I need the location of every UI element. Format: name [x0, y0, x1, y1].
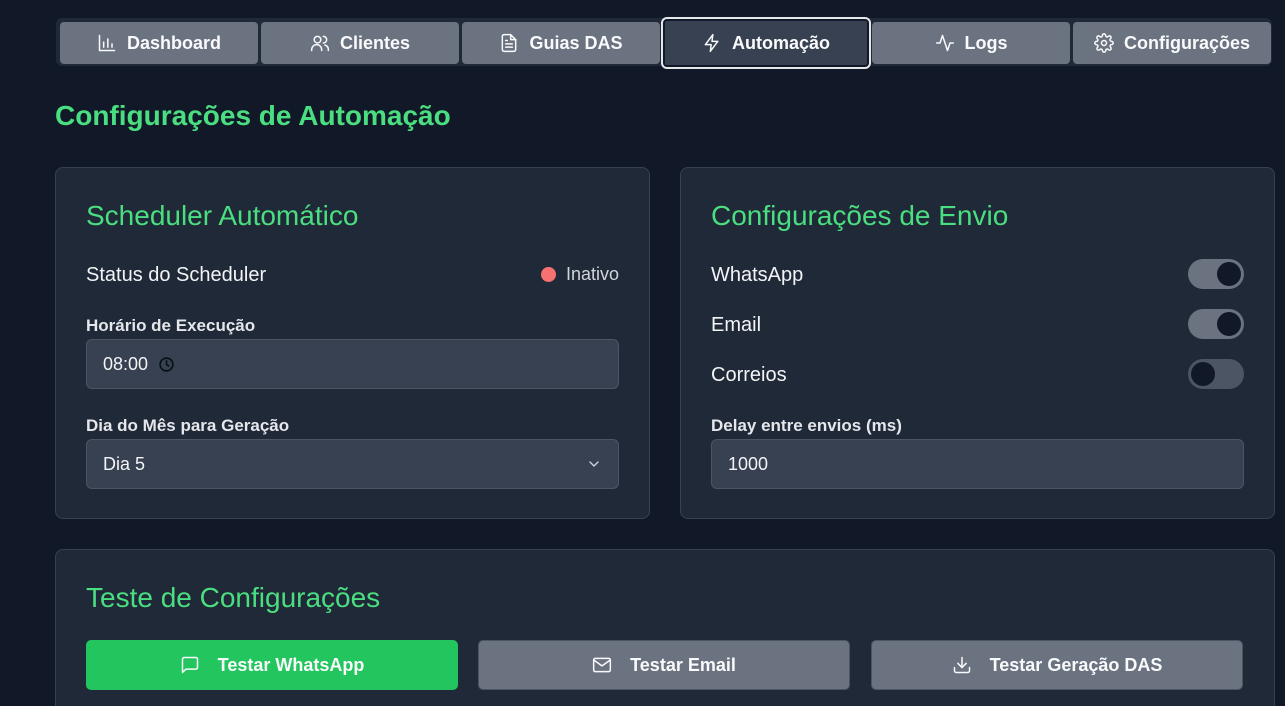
test-whatsapp-button[interactable]: Testar WhatsApp [86, 640, 458, 690]
time-value: 08:00 [103, 353, 149, 374]
users-icon [310, 35, 330, 52]
envio-title: Configurações de Envio [711, 200, 1009, 231]
nav-tabs: Dashboard Clientes Guias DAS Automação L… [56, 17, 1272, 69]
test-das-button[interactable]: Testar Geração DAS [871, 640, 1243, 690]
whatsapp-toggle[interactable] [1188, 259, 1244, 289]
page-title: Configurações de Automação [55, 100, 451, 131]
scheduler-card: Scheduler Automático Status do Scheduler… [55, 167, 650, 519]
test-email-button[interactable]: Testar Email [478, 640, 850, 690]
tab-label: Logs [964, 32, 1008, 53]
page: Dashboard Clientes Guias DAS Automação L… [0, 0, 1285, 706]
tab-automacao[interactable]: Automação [661, 17, 871, 69]
mail-icon [593, 657, 612, 673]
status-value: Inativo [565, 264, 619, 284]
time-label: Horário de Execução [86, 316, 256, 335]
activity-icon [935, 34, 954, 52]
button-label: Testar Geração DAS [989, 654, 1163, 675]
tab-label: Clientes [339, 32, 411, 53]
scheduler-title: Scheduler Automático [86, 200, 359, 231]
scheduler-status-label: Status do Scheduler [86, 264, 267, 286]
day-value: Dia 5 [103, 453, 146, 474]
day-label: Dia do Mês para Geração [86, 416, 290, 435]
message-square-icon [181, 656, 198, 674]
tab-guias-das[interactable]: Guias DAS [462, 22, 660, 64]
teste-card: Teste de Configurações Testar WhatsApp T… [55, 549, 1275, 706]
toggle-knob [1217, 262, 1241, 286]
tab-label: Guias DAS [529, 32, 623, 53]
whatsapp-label: WhatsApp [711, 264, 804, 286]
tab-label: Dashboard [126, 32, 222, 53]
teste-title: Teste de Configurações [86, 582, 381, 613]
toggle-knob [1191, 362, 1215, 386]
correios-toggle[interactable] [1188, 359, 1244, 389]
day-select[interactable]: Dia 5 [86, 439, 619, 489]
envio-card: Configurações de Envio WhatsApp Email Co… [680, 167, 1275, 519]
email-label: Email [711, 314, 762, 336]
toggle-knob [1217, 312, 1241, 336]
delay-input[interactable]: 1000 [711, 439, 1244, 489]
time-input[interactable]: 08:00 [86, 339, 619, 389]
download-icon [953, 656, 970, 674]
correios-label: Correios [711, 364, 787, 386]
email-toggle[interactable] [1188, 309, 1244, 339]
delay-label: Delay entre envios (ms) [711, 416, 902, 435]
tab-label: Configurações [1123, 32, 1251, 53]
status-dot-icon [540, 267, 556, 282]
zap-icon [704, 33, 719, 53]
clock-icon[interactable] [158, 356, 175, 373]
tab-dashboard[interactable]: Dashboard [60, 22, 258, 64]
status-badge: Inativo [540, 264, 619, 285]
tab-clientes[interactable]: Clientes [261, 22, 459, 64]
tab-configuracoes[interactable]: Configurações [1073, 22, 1271, 64]
tab-logs[interactable]: Logs [872, 22, 1070, 64]
button-label: Testar Email [630, 654, 736, 675]
delay-value: 1000 [728, 453, 769, 474]
file-text-icon [502, 33, 517, 53]
bar-chart-icon [98, 34, 116, 52]
button-label: Testar WhatsApp [217, 654, 365, 675]
gear-icon [1094, 33, 1114, 53]
chevron-down-icon [589, 461, 599, 467]
tab-label: Automação [731, 32, 830, 53]
